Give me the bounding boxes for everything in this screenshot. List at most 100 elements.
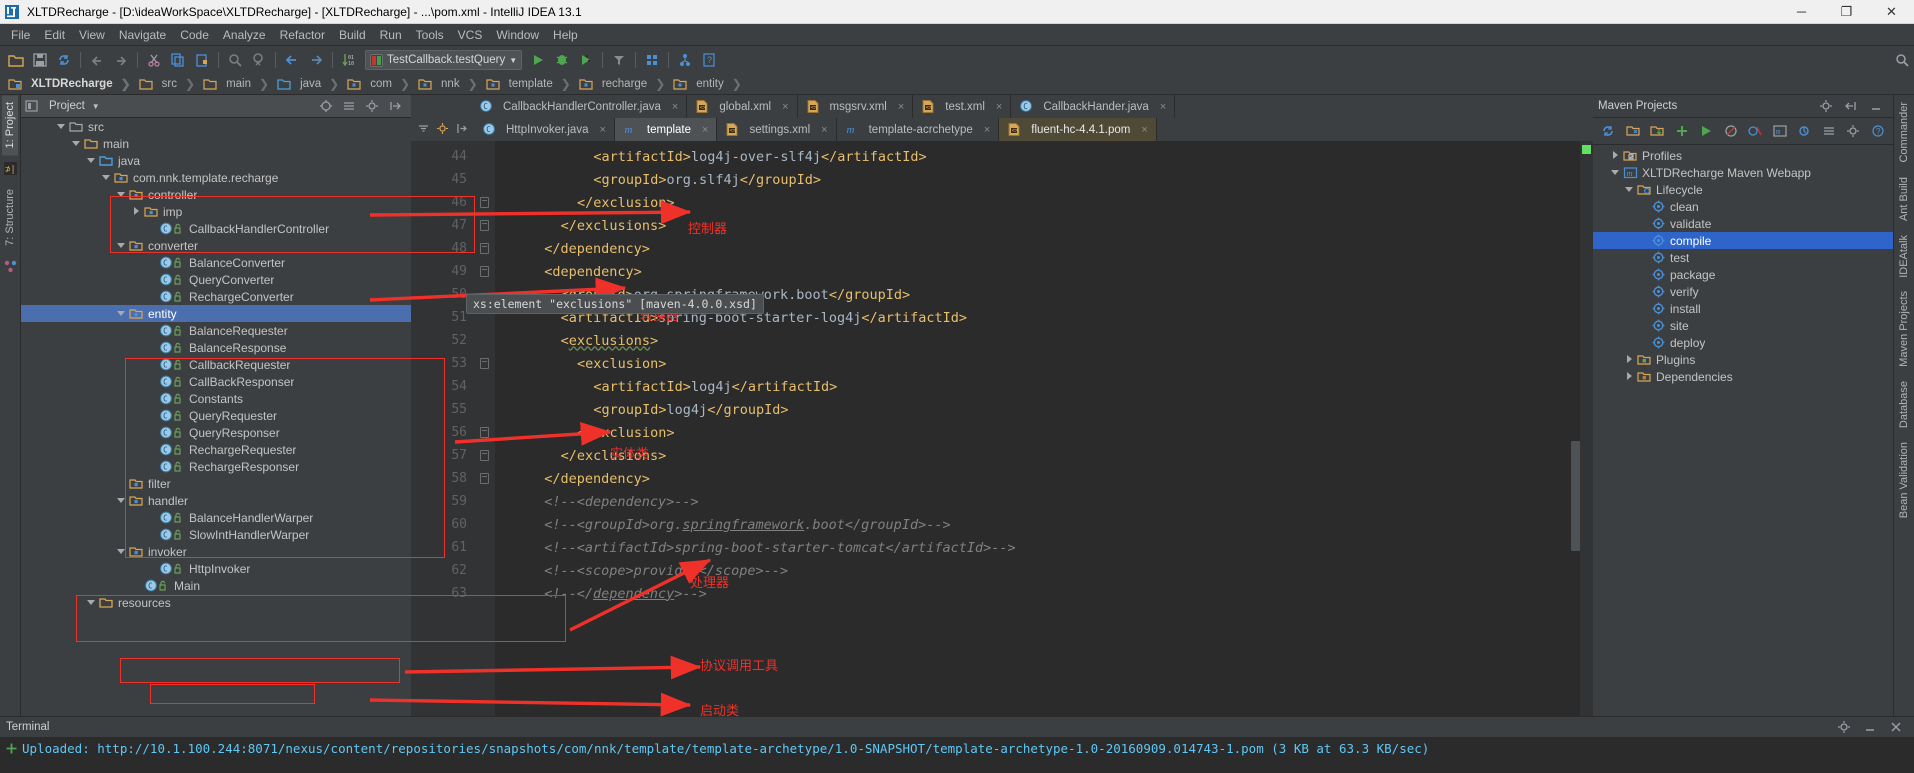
back-icon[interactable] xyxy=(280,48,304,72)
close-icon[interactable]: × xyxy=(898,101,904,113)
code-line[interactable]: </exclusion> xyxy=(495,191,1580,214)
fold-marker-slot[interactable] xyxy=(473,559,495,582)
maven-tree-item-install[interactable]: install xyxy=(1593,300,1893,317)
fold-marker-slot[interactable] xyxy=(473,214,495,237)
save-all-icon[interactable] xyxy=(28,48,52,72)
tree-item-controller[interactable]: controller xyxy=(21,186,411,203)
maven-tree-item-package[interactable]: package xyxy=(1593,266,1893,283)
tree-item-imp[interactable]: imp xyxy=(21,203,411,220)
tree-item-filter[interactable]: filter xyxy=(21,475,411,492)
minimize-panel-icon[interactable] xyxy=(1863,720,1878,735)
tree-item-java[interactable]: java xyxy=(21,152,411,169)
close-icon[interactable]: × xyxy=(1141,124,1147,136)
code-editor[interactable]: 44 45 46 47 48 49 50 51 52 53 54 55 56 57 58 59 60 61 62 63… xyxy=(411,141,1593,716)
gear-icon[interactable] xyxy=(1837,720,1852,735)
search-everywhere-icon[interactable] xyxy=(1890,48,1914,72)
tree-item-queryconverter[interactable]: C QueryConverter xyxy=(21,271,411,288)
gear-icon[interactable] xyxy=(1819,99,1834,114)
hide-icon[interactable] xyxy=(1844,99,1859,114)
editor-tab-template-acrchetype[interactable]: m template-acrchetype × xyxy=(836,118,1000,141)
run-maven-goal-icon[interactable] xyxy=(1695,119,1718,143)
tree-item-constants[interactable]: C Constants xyxy=(21,390,411,407)
terminal-add-tab[interactable] xyxy=(0,741,22,755)
tree-item-main[interactable]: main xyxy=(21,135,411,152)
fold-marker-slot[interactable] xyxy=(473,375,495,398)
fold-marker-slot[interactable] xyxy=(473,237,495,260)
close-icon[interactable]: × xyxy=(782,101,788,113)
maven-tree-item-verify[interactable]: verify xyxy=(1593,283,1893,300)
help-icon[interactable]: ? xyxy=(1867,119,1890,143)
find-icon[interactable] xyxy=(223,48,247,72)
breadcrumb-item-java[interactable]: java ❯ xyxy=(275,74,345,95)
toggle-icon[interactable] xyxy=(1793,119,1816,143)
breadcrumb-item-template[interactable]: template ❯ xyxy=(484,74,577,95)
maven-tree-item-compile[interactable]: compile xyxy=(1593,232,1893,249)
maven-tree-item-dependencies[interactable]: Dependencies xyxy=(1593,368,1893,385)
tree-item-rechargerequester[interactable]: C RechargeRequester xyxy=(21,441,411,458)
idea-strip-icon[interactable]: ⊅| xyxy=(3,161,18,176)
code-line[interactable]: <!--<dependency>--> xyxy=(495,490,1580,513)
fold-marker-slot[interactable] xyxy=(473,191,495,214)
maven-tree-item-deploy[interactable]: deploy xyxy=(1593,334,1893,351)
code-line[interactable]: <!--<scope>provided</scope>--> xyxy=(495,559,1580,582)
editor-tab-callbackhander-java[interactable]: C CallbackHander.java × xyxy=(1011,95,1176,118)
breadcrumb-item-src[interactable]: src ❯ xyxy=(137,74,201,95)
fold-marker-slot[interactable] xyxy=(473,329,495,352)
project-structure-icon[interactable] xyxy=(673,48,697,72)
menu-item-run[interactable]: Run xyxy=(373,26,409,44)
close-icon[interactable]: × xyxy=(599,124,605,136)
fold-marker-slot[interactable] xyxy=(473,444,495,467)
menu-item-window[interactable]: Window xyxy=(489,26,546,44)
breadcrumb-item-project[interactable]: XLTDRecharge ❯ xyxy=(6,74,137,95)
download-sources-icon[interactable] xyxy=(1646,119,1669,143)
maven-tree[interactable]: Profiles m XLTDRecharge Maven Webapp Lifecy… xyxy=(1593,145,1893,716)
maven-tree-item-plugins[interactable]: Plugins xyxy=(1593,351,1893,368)
menu-item-edit[interactable]: Edit xyxy=(37,26,72,44)
maven-tree-item-profiles[interactable]: Profiles xyxy=(1593,147,1893,164)
minimize-button[interactable]: ─ xyxy=(1779,0,1824,24)
maven-tree-item-test[interactable]: test xyxy=(1593,249,1893,266)
fold-marker-slot[interactable] xyxy=(473,168,495,191)
editor-tab-msgsrv-xml[interactable]: <> msgsrv.xml × xyxy=(797,95,914,118)
code-line[interactable]: <groupId> log4j </groupId> xyxy=(495,398,1580,421)
chevron-down-icon[interactable] xyxy=(87,598,96,607)
fold-marker-slot[interactable] xyxy=(473,352,495,375)
skip-tests-icon[interactable] xyxy=(1744,119,1767,143)
close-all-tabs-icon[interactable] xyxy=(455,122,468,138)
tree-item-com-nnk-template-recharge[interactable]: com.nnk.template.recharge xyxy=(21,169,411,186)
tree-item-main[interactable]: C Main xyxy=(21,577,411,594)
editor-marker-stripe[interactable] xyxy=(1580,141,1593,716)
chevron-right-icon[interactable] xyxy=(1625,355,1634,364)
refresh-icon[interactable] xyxy=(1597,119,1620,143)
menu-item-code[interactable]: Code xyxy=(173,26,216,44)
fold-region-icon[interactable] xyxy=(479,427,489,438)
chevron-down-icon[interactable] xyxy=(117,496,126,505)
menu-item-help[interactable]: Help xyxy=(546,26,585,44)
find-usages-icon[interactable] xyxy=(247,48,271,72)
settings-icon[interactable] xyxy=(640,48,664,72)
close-icon[interactable]: × xyxy=(996,101,1002,113)
tree-item-balancerequester[interactable]: C BalanceRequester xyxy=(21,322,411,339)
editor-tab-settings-xml[interactable]: <> settings.xml × xyxy=(717,118,837,141)
tree-item-slowinthandlerwarper[interactable]: C SlowIntHandlerWarper xyxy=(21,526,411,543)
maven-tree-item-validate[interactable]: validate xyxy=(1593,215,1893,232)
editor-tab-httpinvoker-java[interactable]: C HttpInvoker.java × xyxy=(474,118,615,141)
fold-region-icon[interactable] xyxy=(479,266,489,277)
code-line[interactable]: <!--</dependency>--> xyxy=(495,582,1580,605)
editor-vertical-scrollbar[interactable] xyxy=(1571,141,1580,716)
fold-region-icon[interactable] xyxy=(479,450,489,461)
breadcrumb-item-com[interactable]: com ❯ xyxy=(345,74,416,95)
editor-tab-global-xml[interactable]: <> global.xml × xyxy=(687,95,798,118)
debug-icon[interactable] xyxy=(550,48,574,72)
tree-item-src[interactable]: src xyxy=(21,118,411,135)
gear-icon[interactable] xyxy=(365,99,380,114)
menu-item-build[interactable]: Build xyxy=(332,26,373,44)
chevron-right-icon[interactable] xyxy=(1611,151,1620,160)
code-line[interactable]: </dependency> xyxy=(495,467,1580,490)
run-coverage-icon[interactable] xyxy=(574,48,598,72)
fold-marker-slot[interactable] xyxy=(473,536,495,559)
fold-marker-slot[interactable] xyxy=(473,490,495,513)
editor-tab-test-xml[interactable]: <> test.xml × xyxy=(913,95,1012,118)
code-line[interactable]: </exclusions> xyxy=(495,214,1580,237)
close-button[interactable]: ✕ xyxy=(1869,0,1914,24)
